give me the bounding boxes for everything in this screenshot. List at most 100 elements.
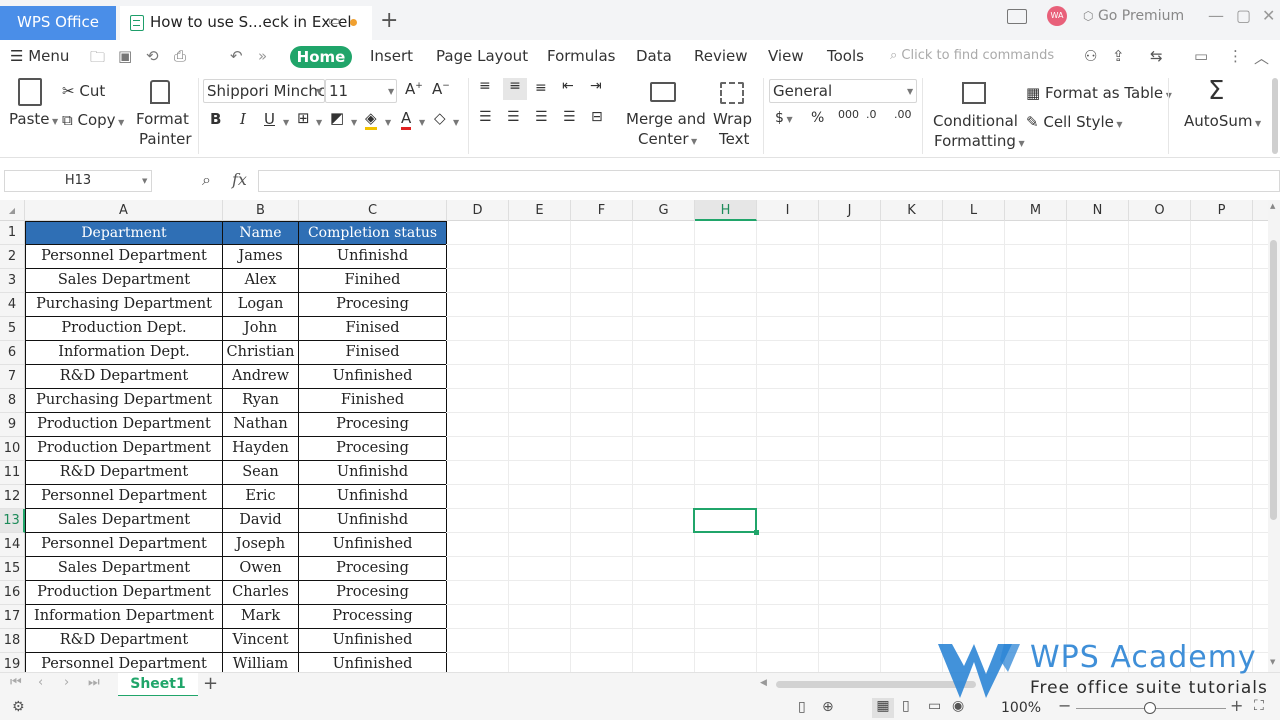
freeze-icon[interactable]: ⊕ <box>822 699 834 715</box>
format-painter-label-2[interactable]: Painter <box>139 130 192 148</box>
scroll-left-icon[interactable]: ◀ <box>760 678 767 688</box>
share-icon[interactable]: ⇪ <box>1112 47 1125 65</box>
open-folder-icon[interactable]: 🗀 <box>90 47 105 72</box>
tab-home[interactable]: Home <box>290 46 352 68</box>
row-header-15[interactable]: 15 <box>0 557 25 581</box>
fullscreen-icon[interactable]: ⛶ <box>1254 698 1264 714</box>
close-icon[interactable]: ✕ <box>1262 6 1275 25</box>
align-bottom-icon[interactable]: ≡ <box>535 80 547 96</box>
row-header-18[interactable]: 18 <box>0 629 25 653</box>
table-cell[interactable]: Hayden <box>223 437 299 461</box>
table-cell[interactable]: R&D Department <box>25 365 223 389</box>
distributed-icon[interactable]: ⊟ <box>591 109 603 125</box>
decrease-indent-icon[interactable]: ⇤ <box>562 78 574 94</box>
row-header-14[interactable]: 14 <box>0 533 25 557</box>
sheet-tab-sheet1[interactable]: Sheet1 <box>118 673 198 697</box>
table-cell[interactable]: James <box>223 245 299 269</box>
borders-icon[interactable]: ⊞ <box>297 109 310 127</box>
table-cell[interactable]: Nathan <box>223 413 299 437</box>
fill-pattern-icon[interactable]: ◩ <box>330 109 344 127</box>
table-cell[interactable]: Procesing <box>299 293 447 317</box>
zoom-in-icon[interactable]: + <box>1230 696 1243 715</box>
table-cell[interactable]: Production Department <box>25 437 223 461</box>
row-header-11[interactable]: 11 <box>0 461 25 485</box>
table-cell[interactable]: Unfinished <box>299 365 447 389</box>
table-cell[interactable]: Sean <box>223 461 299 485</box>
column-header-i[interactable]: I <box>757 200 819 221</box>
table-cell[interactable]: Unfinished <box>299 533 447 557</box>
zoom-level[interactable]: 100% <box>1001 700 1041 716</box>
table-cell[interactable]: Procesing <box>299 413 447 437</box>
justify-icon[interactable]: ☰ <box>563 109 576 125</box>
column-header-g[interactable]: G <box>633 200 695 221</box>
command-search[interactable]: ⌕ Click to find commands <box>890 48 1054 63</box>
table-cell[interactable]: Purchasing Department <box>25 389 223 413</box>
align-left-icon[interactable]: ☰ <box>479 109 492 125</box>
prev-sheet-icon[interactable]: ‹ <box>38 675 43 690</box>
next-sheet-icon[interactable]: › <box>64 675 69 690</box>
number-format-select[interactable]: General <box>769 79 917 103</box>
decrease-font-icon[interactable]: A− <box>432 80 450 98</box>
clear-format-icon[interactable]: ◇ <box>434 109 446 127</box>
table-cell[interactable]: Production Dept. <box>25 317 223 341</box>
table-cell[interactable]: Unfinished <box>299 653 447 672</box>
format-painter-label-1[interactable]: Format <box>136 110 189 128</box>
print-icon[interactable]: ⎙ <box>174 47 186 65</box>
zoom-out-icon[interactable]: − <box>1058 696 1071 715</box>
thousands-icon[interactable]: 000 <box>838 108 859 121</box>
tab-tools[interactable]: Tools <box>827 47 864 65</box>
ribbon-scrollbar[interactable] <box>1272 78 1278 154</box>
vertical-scrollbar[interactable]: ▲ ▼ <box>1268 200 1280 672</box>
copy-button[interactable]: ⧉ Copy ▼ <box>62 111 124 129</box>
table-cell[interactable]: Personnel Department <box>25 653 223 672</box>
row-header-9[interactable]: 9 <box>0 413 25 437</box>
tab-page-layout[interactable]: Page Layout <box>436 47 528 65</box>
save-icon[interactable]: ▣ <box>118 47 132 65</box>
normal-view-icon[interactable]: ▦ <box>872 698 894 718</box>
table-cell[interactable]: Joseph <box>223 533 299 557</box>
autosum-button[interactable]: AutoSum ▼ <box>1184 112 1261 130</box>
table-cell[interactable]: Personnel Department <box>25 245 223 269</box>
cell-style-button[interactable]: ✎ Cell Style ▼ <box>1026 113 1123 131</box>
row-header-7[interactable]: 7 <box>0 365 25 389</box>
zoom-slider-thumb[interactable] <box>1144 702 1156 714</box>
wrap-text-label-1[interactable]: Wrap <box>713 110 752 128</box>
column-header-k[interactable]: K <box>881 200 943 221</box>
underline-icon[interactable]: U <box>264 110 275 128</box>
table-cell[interactable]: Personnel Department <box>25 485 223 509</box>
tab-data[interactable]: Data <box>636 47 672 65</box>
row-header-16[interactable]: 16 <box>0 581 25 605</box>
table-cell[interactable]: William <box>223 653 299 672</box>
row-header-2[interactable]: 2 <box>0 245 25 269</box>
table-cell[interactable]: Unfinished <box>299 629 447 653</box>
row-header-13[interactable]: 13 <box>0 509 25 533</box>
italic-icon[interactable]: I <box>240 110 246 128</box>
wrap-text-icon[interactable] <box>720 82 744 104</box>
layout-icon[interactable] <box>1007 9 1027 24</box>
table-cell[interactable]: Finised <box>299 341 447 365</box>
conditional-formatting-icon[interactable] <box>962 82 986 104</box>
scroll-down-icon[interactable]: ▼ <box>1270 658 1275 666</box>
last-sheet-icon[interactable]: ⏭ <box>88 675 100 690</box>
row-header-3[interactable]: 3 <box>0 269 25 293</box>
table-cell[interactable]: Andrew <box>223 365 299 389</box>
column-header-p[interactable]: P <box>1191 200 1253 221</box>
row-header-5[interactable]: 5 <box>0 317 25 341</box>
table-cell[interactable]: Production Department <box>25 413 223 437</box>
table-cell[interactable]: Unfinishd <box>299 245 447 269</box>
sigma-icon[interactable]: Σ <box>1208 76 1224 106</box>
font-name-select[interactable]: Shippori Minchc <box>203 79 325 103</box>
table-cell[interactable]: Sales Department <box>25 557 223 581</box>
row-header-8[interactable]: 8 <box>0 389 25 413</box>
table-cell[interactable]: Personnel Department <box>25 533 223 557</box>
column-header-b[interactable]: B <box>223 200 299 221</box>
menu-button[interactable]: ☰ Menu <box>10 47 69 65</box>
font-size-select[interactable]: 11 <box>325 79 397 103</box>
paste-icon[interactable] <box>18 78 42 106</box>
new-tab-button[interactable]: + <box>380 8 398 34</box>
scroll-up-icon[interactable]: ▲ <box>1270 202 1275 210</box>
align-center-icon[interactable]: ☰ <box>507 109 520 125</box>
tab-view[interactable]: View <box>768 47 804 65</box>
row-header-10[interactable]: 10 <box>0 437 25 461</box>
increase-indent-icon[interactable]: ⇥ <box>590 78 602 94</box>
